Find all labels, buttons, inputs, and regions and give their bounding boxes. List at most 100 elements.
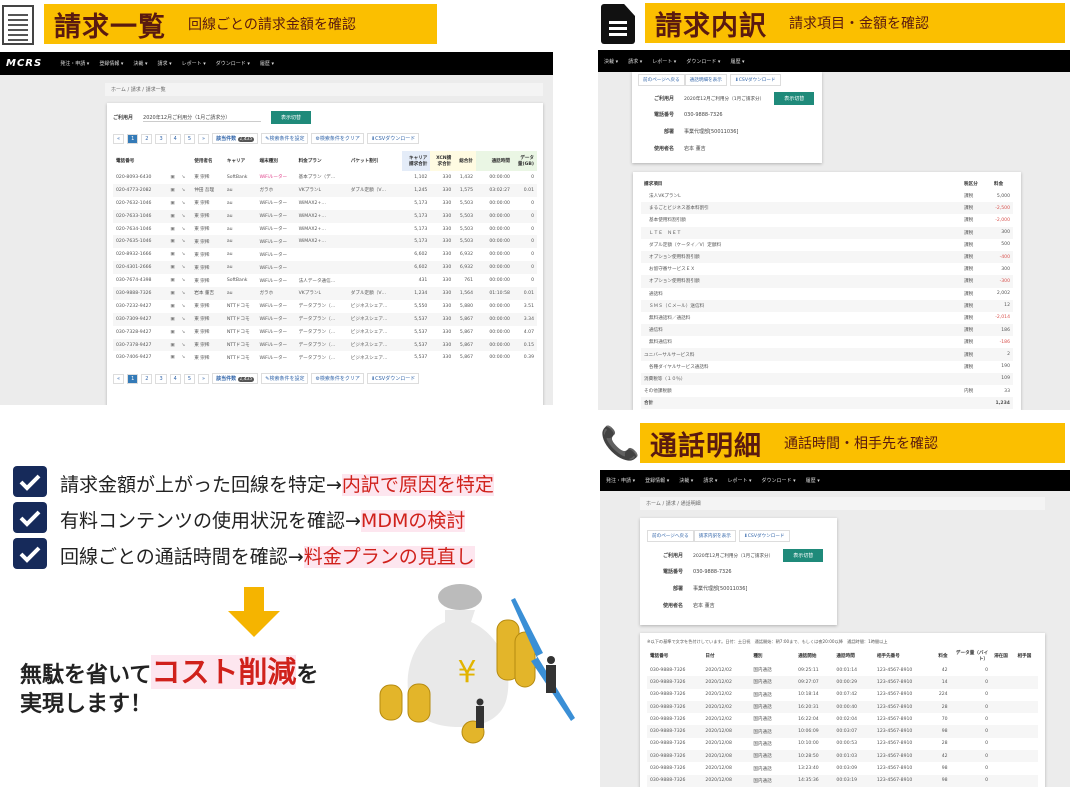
nav-download[interactable]: ダウンロード ▾	[762, 477, 796, 484]
nav-billing[interactable]: 請求 ▾	[628, 58, 642, 65]
nav-download[interactable]: ダウンロード ▾	[216, 60, 250, 67]
phone-number-link[interactable]: 020-8093-6430	[113, 171, 167, 184]
nav-report[interactable]: レポート ▾	[182, 60, 206, 67]
breadcrumb[interactable]: ホーム / 請求 / 請求一覧	[105, 83, 543, 96]
call-icon[interactable]: ↘	[178, 261, 192, 275]
phone-number-link[interactable]: 020-7633-1046	[113, 209, 168, 223]
page-2[interactable]: 2	[141, 373, 153, 384]
switch-button[interactable]: 表示切替	[783, 549, 824, 562]
call-icon[interactable]: ↘	[178, 171, 191, 184]
switch-button[interactable]: 表示切替	[271, 111, 312, 124]
call-icon[interactable]: ↘	[178, 312, 192, 326]
switch-button[interactable]: 表示切替	[774, 92, 815, 105]
column-header[interactable]: 滞在国	[991, 648, 1014, 664]
table-row[interactable]: 030-7232-9427 ▣ ↘ 東 崇稀 NTTドコモ WiFiルーター データプラン（…	[113, 300, 537, 313]
page-5[interactable]: 5	[183, 373, 195, 384]
column-header[interactable]: 料金	[927, 648, 950, 664]
nav-history[interactable]: 履歴 ▾	[730, 58, 744, 65]
column-header[interactable]: 端末種別	[256, 151, 295, 171]
column-header[interactable]	[178, 151, 191, 171]
detail-icon[interactable]: ▣	[167, 183, 179, 197]
detail-icon[interactable]: ▣	[167, 261, 179, 275]
month-select[interactable]: 2020年12月ご利用分（1月ご請求分）	[693, 553, 773, 559]
column-header[interactable]: 日付	[702, 648, 750, 664]
nav-download[interactable]: ダウンロード ▾	[686, 58, 720, 65]
column-header[interactable]: キャリア請求合計	[402, 151, 431, 171]
table-row[interactable]: 020-7633-1046 ▣ ↘ 東 崇稀 au WiFiルーター WiMAX2+… 5,1…	[113, 209, 537, 223]
clear-filter-button[interactable]: ⚙検索条件をクリア	[311, 133, 364, 144]
nav-history[interactable]: 履歴 ▾	[260, 60, 274, 67]
phone-number-link[interactable]: 030-7309-9427	[113, 312, 168, 326]
phone-number-link[interactable]: 030-7674-4398	[113, 274, 167, 287]
nav-registration[interactable]: 登録情報 ▾	[645, 477, 669, 484]
table-row[interactable]: 020-4301-2666 ▣ ↘ 東 崇稀 au WiFiルーター 6,602 330 6,9…	[113, 261, 537, 275]
table-row[interactable]: 030-7406-9427 ▣ ↘ 東 崇稀 NTTドコモ WiFiルーター データプラン（…	[113, 351, 537, 364]
page-1[interactable]: 1	[127, 373, 139, 384]
detail-icon[interactable]: ▣	[167, 338, 179, 352]
month-select[interactable]: 2020年12月ご利用分（1月ご請求分）	[684, 96, 764, 102]
column-header[interactable]: 使用者名	[191, 151, 224, 171]
detail-icon[interactable]: ▣	[167, 248, 178, 261]
clear-filter-button[interactable]: ⚙検索条件をクリア	[311, 373, 364, 385]
column-header[interactable]: 料金プラン	[296, 151, 348, 171]
phone-number-link[interactable]: 020-4301-2666	[113, 261, 168, 275]
call-icon[interactable]: ↘	[178, 209, 192, 223]
column-header[interactable]: 種別	[750, 648, 795, 664]
page-prev[interactable]: «	[113, 133, 125, 144]
nav-approval[interactable]: 決裁 ▾	[604, 58, 618, 65]
set-filter-button[interactable]: ✎検索条件を設定	[261, 373, 309, 385]
phone-number-link[interactable]: 020-7634-1046	[113, 223, 167, 236]
table-row[interactable]: 030-7674-4398 ▣ ↘ 東 崇稀 SoftBank WiFiルーター 法人データ…	[113, 274, 537, 287]
table-row[interactable]: 030-7378-9427 ▣ ↘ 東 崇稀 NTTドコモ WiFiルーター データプラン（…	[113, 338, 537, 352]
column-header[interactable]: パケット割引	[348, 151, 402, 171]
nav-order[interactable]: 発注・申請 ▾	[60, 60, 89, 67]
table-row[interactable]: 020-8932-1666 ▣ ↘ 東 崇稀 au WiFiルーター 6,602 330 6,9…	[113, 248, 537, 261]
table-row[interactable]: 020-8093-6430 ▣ ↘ 東 崇稀 SoftBank WiFiルーター 基本プラン…	[113, 171, 537, 184]
column-header[interactable]: 電話番号	[647, 648, 702, 664]
phone-number-link[interactable]: 020-7632-1046	[113, 197, 167, 210]
phone-number-link[interactable]: 030-9888-7326	[113, 287, 168, 300]
nav-report[interactable]: レポート ▾	[652, 58, 676, 65]
call-icon[interactable]: ↘	[178, 287, 192, 300]
detail-icon[interactable]: ▣	[167, 197, 178, 210]
detail-icon[interactable]: ▣	[167, 209, 179, 223]
nav-registration[interactable]: 登録情報 ▾	[99, 60, 123, 67]
phone-number-link[interactable]: 030-7328-9427	[113, 326, 167, 339]
column-header[interactable]	[167, 151, 178, 171]
show-calls-button[interactable]: 通話明細を表示	[684, 74, 727, 86]
detail-icon[interactable]: ▣	[167, 312, 179, 326]
call-icon[interactable]: ↘	[178, 197, 191, 210]
page-next[interactable]: »	[198, 133, 210, 144]
table-row[interactable]: 020-4773-2082 ▣ ↘ 仲田 吾理 au ガラホ VKプランL ダブル定額（V… 1…	[113, 183, 537, 197]
table-row[interactable]: 030-7328-9427 ▣ ↘ 東 崇稀 NTTドコモ WiFiルーター データプラン（…	[113, 326, 537, 339]
breadcrumb[interactable]: ホーム / 請求 / 通話明細	[640, 497, 1045, 510]
detail-icon[interactable]: ▣	[167, 274, 178, 287]
nav-approval[interactable]: 決裁 ▾	[679, 477, 693, 484]
column-header[interactable]: データ量(GB)	[512, 151, 537, 171]
column-header[interactable]: キャリア	[224, 151, 257, 171]
nav-order[interactable]: 発注・申請 ▾	[606, 477, 635, 484]
call-icon[interactable]: ↘	[178, 274, 191, 287]
month-select[interactable]: 2020年12月ご利用分（1月ご請求分）	[143, 114, 262, 122]
detail-icon[interactable]: ▣	[167, 223, 178, 236]
column-header[interactable]: 相手先番号	[874, 648, 927, 664]
detail-icon[interactable]: ▣	[167, 171, 178, 184]
set-filter-button[interactable]: ✎検索条件を設定	[261, 133, 309, 144]
call-icon[interactable]: ↘	[178, 300, 191, 313]
phone-number-link[interactable]: 030-7406-9427	[113, 351, 167, 364]
page-3[interactable]: 3	[155, 373, 167, 384]
csv-download-button[interactable]: ⬇CSVダウンロード	[366, 133, 420, 144]
column-header[interactable]: 総合計	[454, 151, 476, 171]
page-5[interactable]: 5	[183, 133, 195, 144]
detail-icon[interactable]: ▣	[167, 287, 179, 300]
phone-number-link[interactable]: 020-7635-1046	[113, 235, 168, 249]
show-breakdown-button[interactable]: 請求内訳を表示	[693, 530, 736, 542]
call-icon[interactable]: ↘	[178, 338, 192, 352]
page-prev[interactable]: «	[113, 373, 125, 384]
column-header[interactable]: 通話開始	[795, 648, 833, 664]
nav-approval[interactable]: 決裁 ▾	[133, 60, 147, 67]
call-icon[interactable]: ↘	[178, 326, 191, 339]
call-icon[interactable]: ↘	[178, 248, 191, 261]
column-header[interactable]: XCN請求合計	[430, 151, 455, 171]
call-icon[interactable]: ↘	[178, 351, 191, 364]
